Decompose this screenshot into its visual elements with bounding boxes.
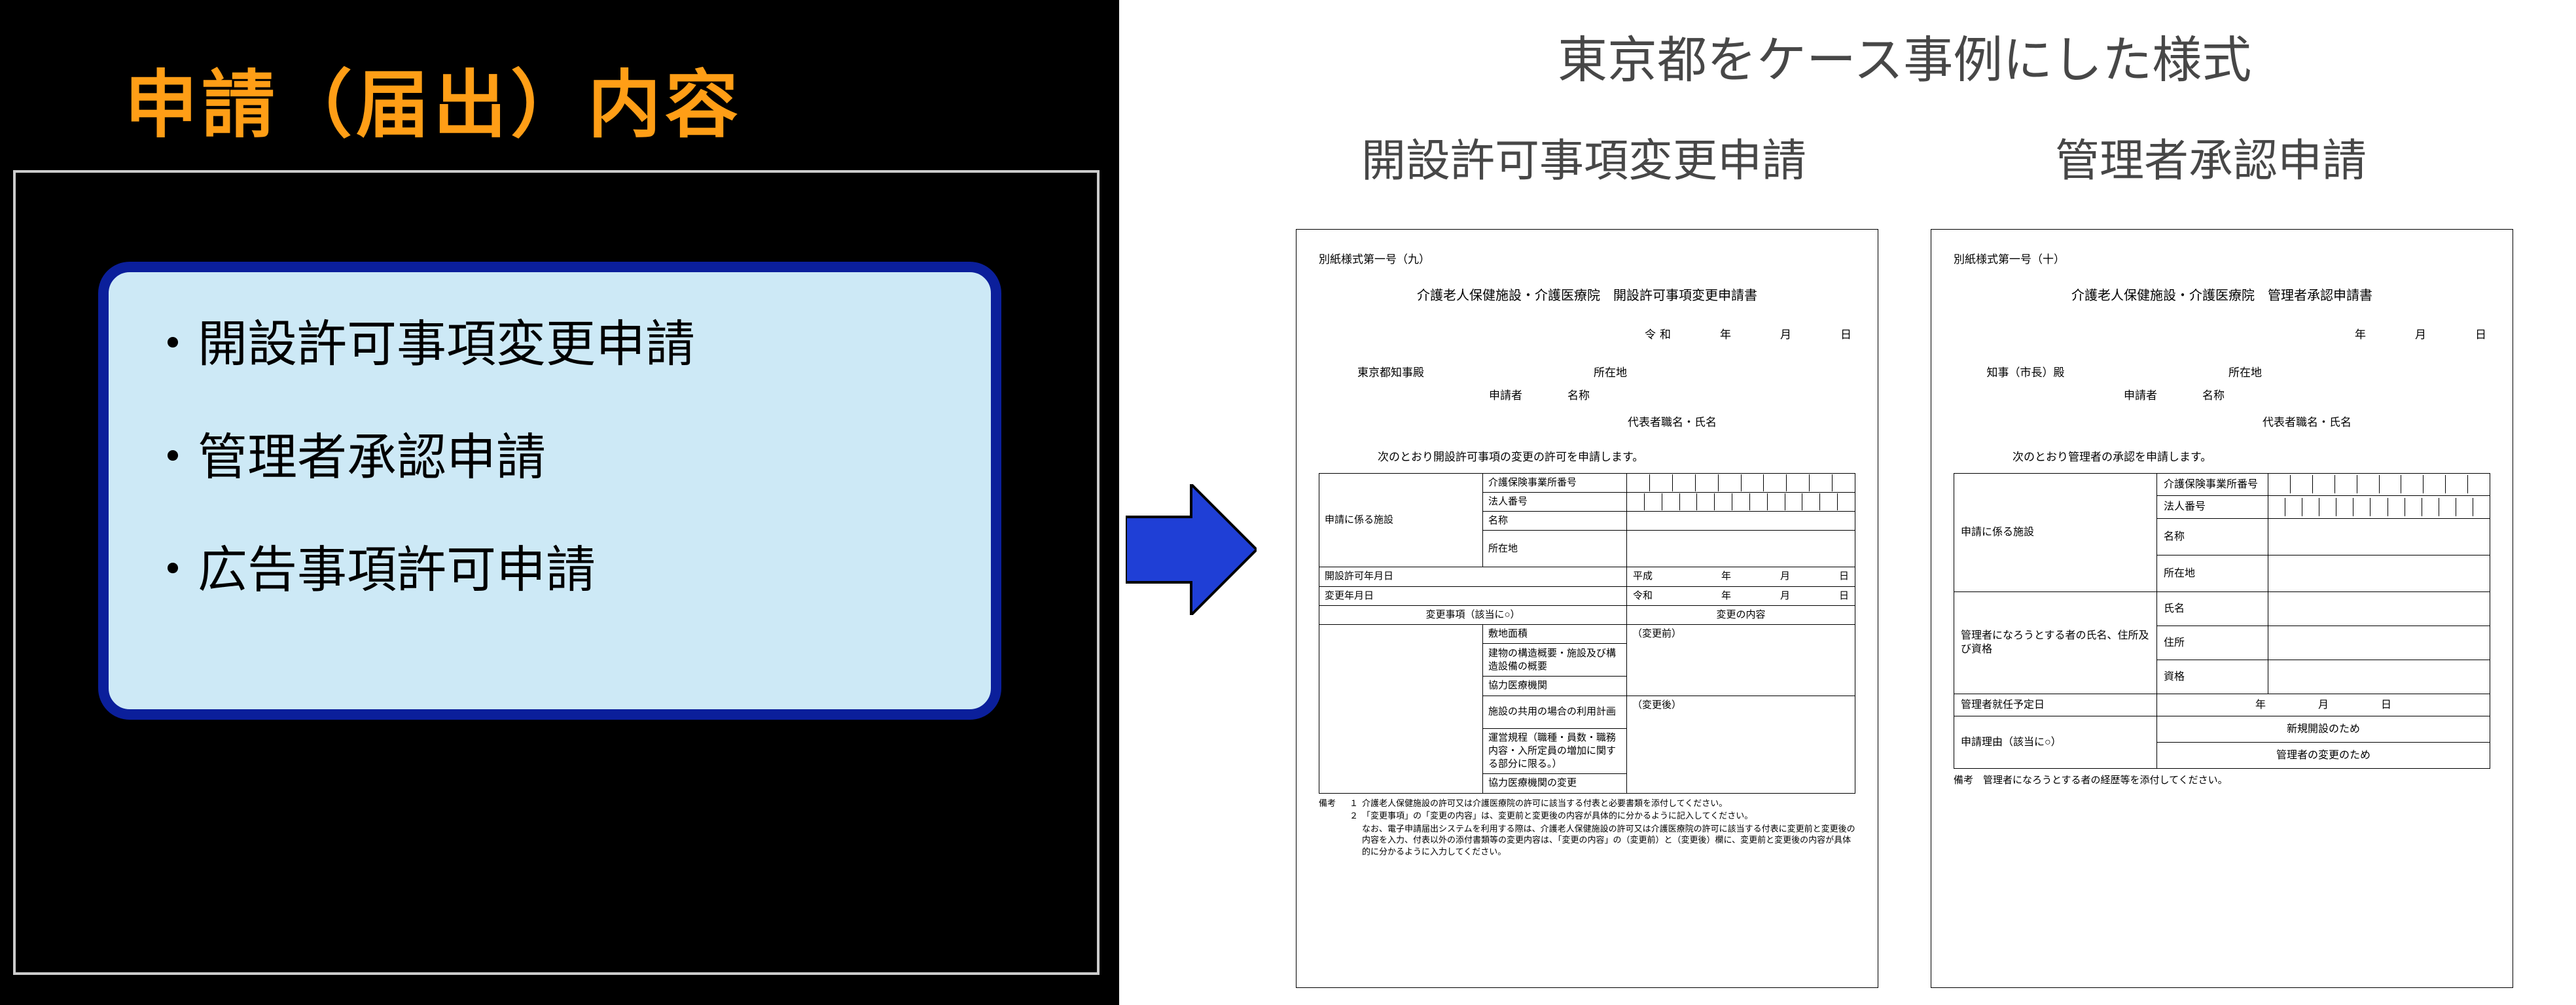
f1-noteslabel: 備考 bbox=[1319, 798, 1345, 859]
form1-table: 申請に係る施設 介護保険事業所番号 法人番号 名称 所在地 開設許可年月日 平成… bbox=[1319, 473, 1855, 794]
bullet-2: ・管理者承認申請 bbox=[148, 425, 952, 492]
f2-facaddr: 所在地 bbox=[2157, 555, 2268, 591]
form2-applicant: 申請者 bbox=[2124, 389, 2202, 404]
f1-n1: 介護老人保健施設の許可又は介護医療院の許可に該当する付表と必要書類を添付してくだ… bbox=[1362, 798, 1855, 809]
content-box: ・開設許可事項変更申請 ・管理者承認申請 ・広告事項許可申請 bbox=[98, 262, 1001, 720]
f1-insno: 介護保険事業所番号 bbox=[1483, 473, 1627, 492]
form2-notes: 備考 管理者になろうとする者の経歴等を添付してください。 bbox=[1954, 774, 2490, 787]
f1-chgdate: 変更年月日 bbox=[1319, 586, 1627, 605]
f2-mname: 氏名 bbox=[2157, 591, 2268, 626]
form1-rep: 代表者職名・氏名 bbox=[1489, 415, 1855, 431]
f2-fac: 申請に係る施設 bbox=[1954, 473, 2157, 591]
f1-before: （変更前） bbox=[1627, 625, 1855, 696]
f2-start: 管理者就任予定日 bbox=[1954, 694, 2157, 716]
form2-label: 管理者承認申請 bbox=[2055, 124, 2367, 189]
f1-facaddr: 所在地 bbox=[1483, 531, 1627, 567]
form2-date: 年 月 日 bbox=[1954, 328, 2490, 343]
f1-corpno: 法人番号 bbox=[1483, 492, 1627, 511]
form1-notes: 備考 １介護老人保健施設の許可又は介護医療院の許可に該当する付表と必要書類を添付… bbox=[1319, 798, 1855, 859]
f1-chgval: 令和 年 月 日 bbox=[1627, 586, 1855, 605]
f2-mgr: 管理者になろうとする者の氏名、住所及び資格 bbox=[1954, 591, 2157, 694]
f1-after: （変更後） bbox=[1627, 696, 1855, 793]
f1-coop: 協力医療機関 bbox=[1483, 677, 1627, 696]
bullet-3: ・広告事項許可申請 bbox=[148, 537, 952, 605]
f1-permitval: 平成 年 月 日 bbox=[1627, 567, 1855, 586]
f1-rules: 運営規程（職種・員数・職務内容・入所定員の増加に関する部分に限る。） bbox=[1483, 728, 1627, 774]
f2-mqual: 資格 bbox=[2157, 660, 2268, 694]
page-title: 申請（届出）内容 bbox=[124, 46, 742, 152]
form1-title: 介護老人保健施設・介護医療院 開設許可事項変更申請書 bbox=[1319, 287, 1855, 305]
f2-reason: 申請理由（該当に○） bbox=[1954, 716, 2157, 769]
f1-medchg: 協力医療機関の変更 bbox=[1483, 774, 1627, 793]
f1-share: 施設の共用の場合の利用計画 bbox=[1483, 696, 1627, 728]
form2-addr: 所在地 bbox=[2228, 366, 2490, 381]
f2-facname: 名称 bbox=[2157, 518, 2268, 555]
f2-r2: 管理者の変更のため bbox=[2157, 743, 2490, 769]
f1-bldg: 建物の構造概要・施設及び構造設備の概要 bbox=[1483, 644, 1627, 677]
form-1: 別紙様式第一号（九） 介護老人保健施設・介護医療院 開設許可事項変更申請書 令和… bbox=[1296, 229, 1878, 988]
left-panel: 申請（届出）内容 ・開設許可事項変更申請 ・管理者承認申請 ・広告事項許可申請 bbox=[0, 0, 1119, 1005]
form2-name: 名称 bbox=[2202, 389, 2490, 404]
form1-name: 名称 bbox=[1567, 389, 1855, 404]
f1-permitdate: 開設許可年月日 bbox=[1319, 567, 1627, 586]
form1-code: 別紙様式第一号（九） bbox=[1319, 253, 1855, 268]
f2-r1: 新規開設のため bbox=[2157, 716, 2490, 743]
f1-conthdr: 変更の内容 bbox=[1627, 605, 1855, 624]
f1-facname: 名称 bbox=[1483, 512, 1627, 531]
form2-title: 介護老人保健施設・介護医療院 管理者承認申請書 bbox=[1954, 287, 2490, 305]
case-study-label: 東京都をケース事例にした様式 bbox=[1558, 20, 2251, 92]
form1-recipient: 東京都知事殿 bbox=[1319, 366, 1463, 381]
f1-site: 敷地面積 bbox=[1483, 625, 1627, 644]
form1-statement: 次のとおり開設許可事項の変更の許可を申請します。 bbox=[1378, 450, 1855, 465]
f1-n2: 「変更事項」の「変更の内容」は、変更前と変更後の内容が具体的に分かるように記入し… bbox=[1362, 810, 1855, 822]
form-2: 別紙様式第一号（十） 介護老人保健施設・介護医療院 管理者承認申請書 年 月 日… bbox=[1931, 229, 2513, 988]
form2-code: 別紙様式第一号（十） bbox=[1954, 253, 2490, 268]
f1-fac: 申請に係る施設 bbox=[1319, 473, 1483, 567]
form1-date: 令和 年 月 日 bbox=[1319, 328, 1855, 343]
arrow-icon bbox=[1126, 484, 1257, 615]
f2-corpno: 法人番号 bbox=[2157, 496, 2268, 519]
form1-applicant: 申請者 bbox=[1489, 389, 1567, 404]
f1-n2b: なお、電子申請届出システムを利用する際は、介護老人保健施設の許可又は介護医療院の… bbox=[1362, 823, 1855, 858]
form1-label: 開設許可事項変更申請 bbox=[1361, 124, 1806, 189]
f2-maddr: 住所 bbox=[2157, 626, 2268, 660]
form2-recipient: 知事（市長）殿 bbox=[1954, 366, 2098, 381]
form2-rep: 代表者職名・氏名 bbox=[2124, 415, 2490, 431]
f2-startval: 年 月 日 bbox=[2157, 694, 2490, 716]
bullet-1: ・開設許可事項変更申請 bbox=[148, 311, 952, 379]
form1-addr-label: 所在地 bbox=[1594, 366, 1855, 381]
form2-table: 申請に係る施設 介護保険事業所番号 法人番号 名称 所在地 管理者になろうとする… bbox=[1954, 473, 2490, 769]
f2-insno: 介護保険事業所番号 bbox=[2157, 473, 2268, 496]
form2-statement: 次のとおり管理者の承認を申請します。 bbox=[2012, 450, 2490, 465]
f1-chghdr: 変更事項（該当に○） bbox=[1319, 605, 1627, 624]
